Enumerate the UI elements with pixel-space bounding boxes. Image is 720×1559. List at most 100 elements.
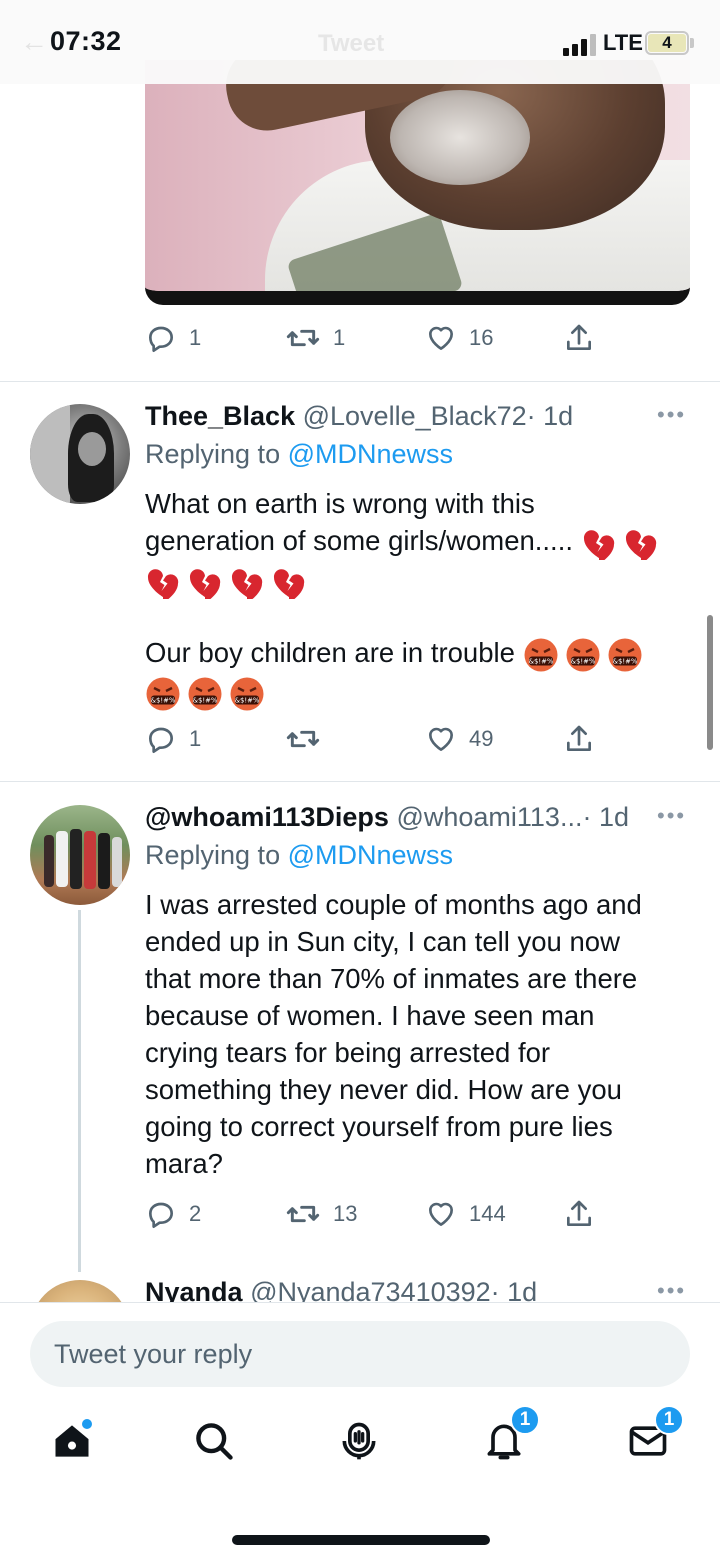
- broken-heart-icon: [625, 529, 656, 560]
- broken-heart-row: [145, 562, 685, 600]
- home-indicator: [232, 1535, 490, 1545]
- reply-input[interactable]: [30, 1321, 690, 1387]
- avatar[interactable]: [30, 805, 130, 905]
- angry-face-icon: &$!#%: [524, 638, 558, 672]
- share-button[interactable]: [563, 320, 595, 356]
- tweet-text-line-content: Our boy children are in trouble: [145, 637, 515, 669]
- replying-prefix: Replying to: [145, 840, 288, 870]
- nav-messages[interactable]: 1: [618, 1405, 684, 1471]
- tweet-media-image[interactable]: [145, 60, 690, 305]
- tweet-header: Thee_Black @Lovelle_Black72· 1d: [145, 401, 573, 432]
- angry-face-emojis: &$!#% &$!#% &$!#%: [523, 637, 643, 673]
- reply-count: 1: [189, 726, 202, 751]
- angry-face-icon: &$!#%: [566, 638, 600, 672]
- angry-face-icon: &$!#%: [188, 677, 222, 711]
- like-button[interactable]: 49: [425, 721, 493, 757]
- retweet-count: 13: [333, 1201, 358, 1226]
- retweet-count: 1: [333, 325, 346, 350]
- broken-heart-icon: [189, 569, 221, 600]
- like-count: 16: [469, 325, 494, 350]
- retweet-icon: [286, 730, 320, 748]
- share-icon: [567, 324, 591, 350]
- svg-text:&$!#%: &$!#%: [235, 697, 260, 705]
- new-content-dot: [80, 1417, 94, 1431]
- tweet-actions: 2 13 144: [145, 1196, 605, 1232]
- broken-heart-icon: [583, 529, 614, 560]
- svg-text:&$!#%: &$!#%: [570, 658, 595, 666]
- like-count: 49: [469, 726, 494, 751]
- divider: [0, 381, 720, 382]
- bottom-nav: 1 1: [0, 1405, 720, 1491]
- mention-link[interactable]: @MDNnewss: [288, 840, 453, 870]
- tweet-text-line: What on earth is wrong with this: [145, 488, 535, 519]
- cellular-signal-icon: [563, 34, 599, 56]
- like-button[interactable]: 16: [425, 320, 493, 356]
- more-icon[interactable]: •••: [657, 1278, 686, 1304]
- search-icon: [196, 1423, 233, 1460]
- svg-text:&$!#%: &$!#%: [151, 697, 176, 705]
- reply-button[interactable]: 2: [145, 1196, 201, 1232]
- angry-face-row: &$!#% &$!#% &$!#%: [145, 673, 685, 712]
- reply-count: 1: [189, 325, 202, 350]
- heart-icon: [429, 727, 453, 751]
- replying-prefix: Replying to: [145, 439, 288, 469]
- network-type: LTE: [603, 30, 643, 55]
- scrollbar[interactable]: [707, 615, 713, 750]
- tweet-text-line-content: generation of some girls/women.....: [145, 525, 573, 556]
- retweet-icon: [286, 329, 320, 347]
- retweet-button[interactable]: 1: [285, 320, 345, 356]
- nav-spaces[interactable]: [329, 1411, 389, 1471]
- avatar[interactable]: [30, 404, 130, 504]
- tweet-text-content: I was arrested couple of months ago and …: [145, 889, 642, 1179]
- header-title: Tweet: [318, 30, 385, 57]
- reply-icon: [149, 326, 173, 352]
- mention-link[interactable]: @MDNnewss: [288, 439, 453, 469]
- back-arrow-icon[interactable]: ←: [20, 26, 48, 58]
- heart-icon: [429, 326, 453, 350]
- tweet-actions: 1 1 16: [145, 320, 605, 356]
- replying-to: Replying to @MDNnewss: [145, 439, 453, 470]
- reply-composer: 1 1: [0, 1302, 720, 1559]
- share-button[interactable]: [563, 1196, 595, 1232]
- broken-heart-icon: [231, 569, 263, 600]
- tweet-actions: 1 49: [145, 721, 605, 757]
- battery-icon: 4: [645, 31, 689, 55]
- display-name[interactable]: Thee_Black: [145, 401, 295, 431]
- tweet-text: I was arrested couple of months ago and …: [145, 886, 685, 1182]
- tweet-time: · 1d: [582, 802, 629, 832]
- nav-notifications[interactable]: 1: [474, 1405, 540, 1471]
- like-button[interactable]: 144: [425, 1196, 506, 1232]
- angry-face-icon: &$!#%: [146, 677, 180, 711]
- spaces-icon: [342, 1422, 376, 1460]
- svg-text:&$!#%: &$!#%: [612, 658, 637, 666]
- reply-icon: [149, 727, 173, 753]
- tweet-text: What on earth is wrong with this generat…: [145, 485, 685, 712]
- tweet-text-line: generation of some girls/women.....: [145, 522, 685, 560]
- svg-text:&$!#%: &$!#%: [528, 658, 553, 666]
- tweet-time: · 1d: [526, 401, 574, 431]
- tweet-text-line: Our boy children are in trouble &$!#% &$…: [145, 634, 685, 673]
- reply-button[interactable]: 1: [145, 320, 201, 356]
- tweet-header: @whoami113Dieps @whoami113...· 1d: [145, 802, 629, 833]
- broken-heart-icon: [147, 569, 179, 600]
- reply-icon: [149, 1202, 173, 1228]
- user-handle[interactable]: @whoami113...: [396, 802, 582, 832]
- nav-search[interactable]: [184, 1411, 244, 1471]
- retweet-icon: [286, 1205, 320, 1223]
- more-icon[interactable]: •••: [657, 803, 686, 829]
- retweet-button[interactable]: 13: [285, 1196, 357, 1232]
- broken-heart-emojis: [581, 526, 659, 560]
- thread-line: [78, 910, 81, 1272]
- retweet-button[interactable]: [285, 721, 333, 757]
- battery-tip: [690, 38, 694, 48]
- nav-home[interactable]: [42, 1411, 102, 1471]
- more-icon[interactable]: •••: [657, 402, 686, 428]
- angry-face-icon: &$!#%: [608, 638, 642, 672]
- display-name[interactable]: @whoami113Dieps: [145, 802, 389, 832]
- user-handle[interactable]: @Lovelle_Black72: [303, 401, 527, 431]
- reply-button[interactable]: 1: [145, 721, 201, 757]
- share-button[interactable]: [563, 721, 595, 757]
- broken-heart-icon: [273, 569, 305, 600]
- divider: [0, 781, 720, 782]
- svg-text:&$!#%: &$!#%: [193, 697, 218, 705]
